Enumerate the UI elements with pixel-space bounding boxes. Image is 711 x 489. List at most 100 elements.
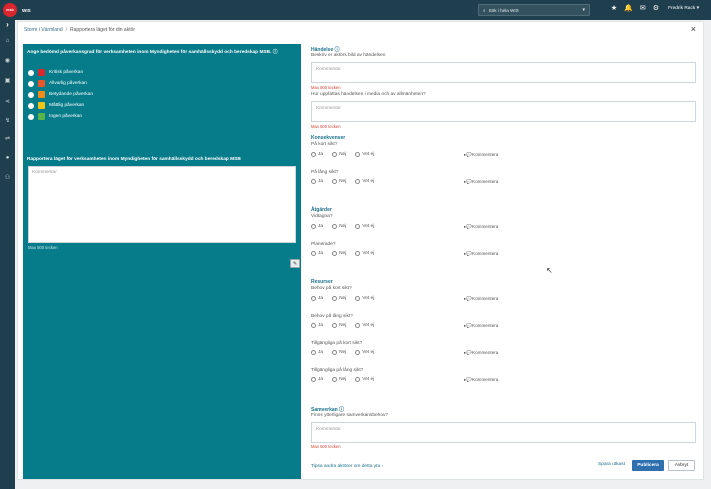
breadcrumb-current: Rapportera läget för din aktör	[70, 27, 136, 33]
radio-circle[interactable]	[355, 152, 361, 157]
radio-circle[interactable]	[311, 224, 316, 229]
question-label: Beskriv er aktörs bild av händelsen	[311, 53, 386, 58]
globe-icon[interactable]: ◉	[0, 57, 15, 64]
radio-circle[interactable]	[355, 251, 361, 256]
radio-circle[interactable]	[332, 296, 338, 301]
comment-link[interactable]: ▸💬Kommentera	[464, 323, 498, 329]
radio-circle[interactable]	[332, 377, 338, 382]
radio-circle[interactable]	[355, 350, 361, 355]
search-input[interactable]: ⌕ Sök i hela WIS ▾	[478, 4, 590, 16]
impact-option-serious[interactable]: Allvarlig påverkan	[28, 80, 87, 87]
radio-nej[interactable]: Nej	[332, 224, 346, 229]
radio[interactable]	[28, 80, 34, 87]
radio-circle[interactable]	[311, 377, 316, 382]
handelse-input[interactable]: Kommentar	[311, 62, 696, 83]
radio-vet-ej[interactable]: Vet ej	[355, 179, 374, 184]
radio-vet-ej[interactable]: Vet ej	[355, 224, 374, 229]
radio-vet-ej[interactable]: Vet ej	[355, 296, 374, 301]
cube-icon[interactable]: ▣	[0, 77, 15, 84]
gear-icon[interactable]: ⚙	[653, 4, 659, 12]
comment-icon: ▸💬	[464, 377, 473, 382]
comment-link[interactable]: ▸💬Kommentera	[464, 224, 498, 230]
share-icon[interactable]: ⋖	[0, 98, 15, 105]
home-icon[interactable]: ⌂	[0, 38, 15, 44]
radio-nej[interactable]: Nej	[332, 377, 346, 382]
radio-circle[interactable]	[355, 323, 361, 328]
group-icon[interactable]: ⚇	[0, 174, 15, 181]
radio-vet-ej[interactable]: Vet ej	[355, 323, 374, 328]
comment-link[interactable]: ▸💬Kommentera	[464, 152, 498, 158]
radio-vet-ej[interactable]: Vet ej	[355, 377, 374, 382]
radio-ja[interactable]: Ja	[311, 296, 323, 301]
radio-circle[interactable]	[311, 296, 316, 301]
publish-button[interactable]: Publicera	[632, 460, 664, 471]
samverkan-input[interactable]: Kommentar	[311, 422, 696, 443]
comment-link[interactable]: ▸💬Kommentera	[464, 179, 498, 185]
radio-circle[interactable]	[332, 179, 338, 184]
radio-circle[interactable]	[355, 377, 361, 382]
radio-circle[interactable]	[332, 251, 338, 256]
radio-circle[interactable]	[332, 152, 338, 157]
radio[interactable]	[28, 113, 34, 120]
radio-circle[interactable]	[332, 350, 338, 355]
comment-link[interactable]: ▸💬Kommentera	[464, 350, 498, 356]
star-icon[interactable]: ★	[611, 4, 617, 12]
radio-vet-ej[interactable]: Vet ej	[355, 251, 374, 256]
breadcrumb-parent[interactable]: Storm i Värmland	[24, 27, 63, 33]
radio-circle[interactable]	[332, 323, 338, 328]
radio-circle[interactable]	[355, 179, 361, 184]
radio-circle[interactable]	[355, 224, 361, 229]
radio-ja[interactable]: Ja	[311, 350, 323, 355]
radio-ja[interactable]: Ja	[311, 224, 323, 229]
radio-circle[interactable]	[355, 296, 361, 301]
radio[interactable]	[28, 91, 34, 98]
signal-icon[interactable]: ↯	[0, 117, 15, 124]
impact-option-none[interactable]: Ingen påverkan	[28, 113, 82, 120]
radio-ja[interactable]: Ja	[311, 377, 323, 382]
save-draft-button[interactable]: Spara utkast	[598, 462, 625, 467]
radio-circle[interactable]	[311, 350, 316, 355]
radio-nej[interactable]: Nej	[332, 323, 346, 328]
radio-nej[interactable]: Nej	[332, 350, 346, 355]
radio-ja[interactable]: Ja	[311, 179, 323, 184]
comment-link[interactable]: ▸💬Kommentera	[464, 296, 498, 302]
comment-link[interactable]: ▸💬Kommentera	[464, 377, 498, 383]
radio-circle[interactable]	[332, 224, 338, 229]
radio-circle[interactable]	[311, 251, 316, 256]
person-icon[interactable]: ●	[0, 155, 15, 161]
info-icon[interactable]: ⓘ	[273, 50, 278, 55]
impact-option-moderate[interactable]: Måttlig påverkan	[28, 102, 84, 109]
radio[interactable]	[28, 69, 34, 76]
radio-circle[interactable]	[311, 179, 316, 184]
close-icon[interactable]: ×	[691, 24, 696, 34]
radio-ja[interactable]: Ja	[311, 251, 323, 256]
chevron-down-icon[interactable]: ▾	[582, 7, 585, 13]
radio-nej[interactable]: Nej	[332, 179, 346, 184]
user-menu[interactable]: Fredrik Rack ▾	[668, 6, 699, 11]
radio-circle[interactable]	[311, 323, 316, 328]
radio[interactable]	[28, 102, 34, 109]
impact-option-significant[interactable]: Betydande påverkan	[28, 91, 93, 98]
radio-ja[interactable]: Ja	[311, 152, 323, 157]
edit-pencil-icon[interactable]: ✎	[290, 259, 300, 268]
radio-nej[interactable]: Nej	[332, 251, 346, 256]
impact-option-critical[interactable]: Kritisk påverkan	[28, 69, 83, 76]
expand-icon[interactable]: ›	[0, 20, 15, 29]
bell-icon[interactable]: 🔔	[624, 4, 633, 12]
cancel-button[interactable]: Avbryt	[668, 460, 695, 471]
radio-circle[interactable]	[311, 152, 316, 157]
radio-nej[interactable]: Nej	[332, 152, 346, 157]
msb-logo[interactable]: msb	[3, 3, 17, 17]
tipsa-link[interactable]: Tipsa andra aktörer om detta yta ›	[311, 464, 383, 469]
chat-icon[interactable]: ✉	[640, 4, 646, 12]
report-textarea[interactable]: Kommentar	[28, 166, 296, 243]
radio-ja[interactable]: Ja	[311, 323, 323, 328]
radio-vet-ej[interactable]: Vet ej	[355, 350, 374, 355]
app-brand: WIS	[22, 7, 31, 13]
comment-link[interactable]: ▸💬Kommentera	[464, 251, 498, 257]
breadcrumb: Storm i Värmland / Rapportera läget för di…	[24, 27, 136, 33]
media-input[interactable]: Kommentar	[311, 101, 696, 122]
broadcast-icon[interactable]: ⇌	[0, 135, 15, 142]
radio-vet-ej[interactable]: Vet ej	[355, 152, 374, 157]
radio-nej[interactable]: Nej	[332, 296, 346, 301]
